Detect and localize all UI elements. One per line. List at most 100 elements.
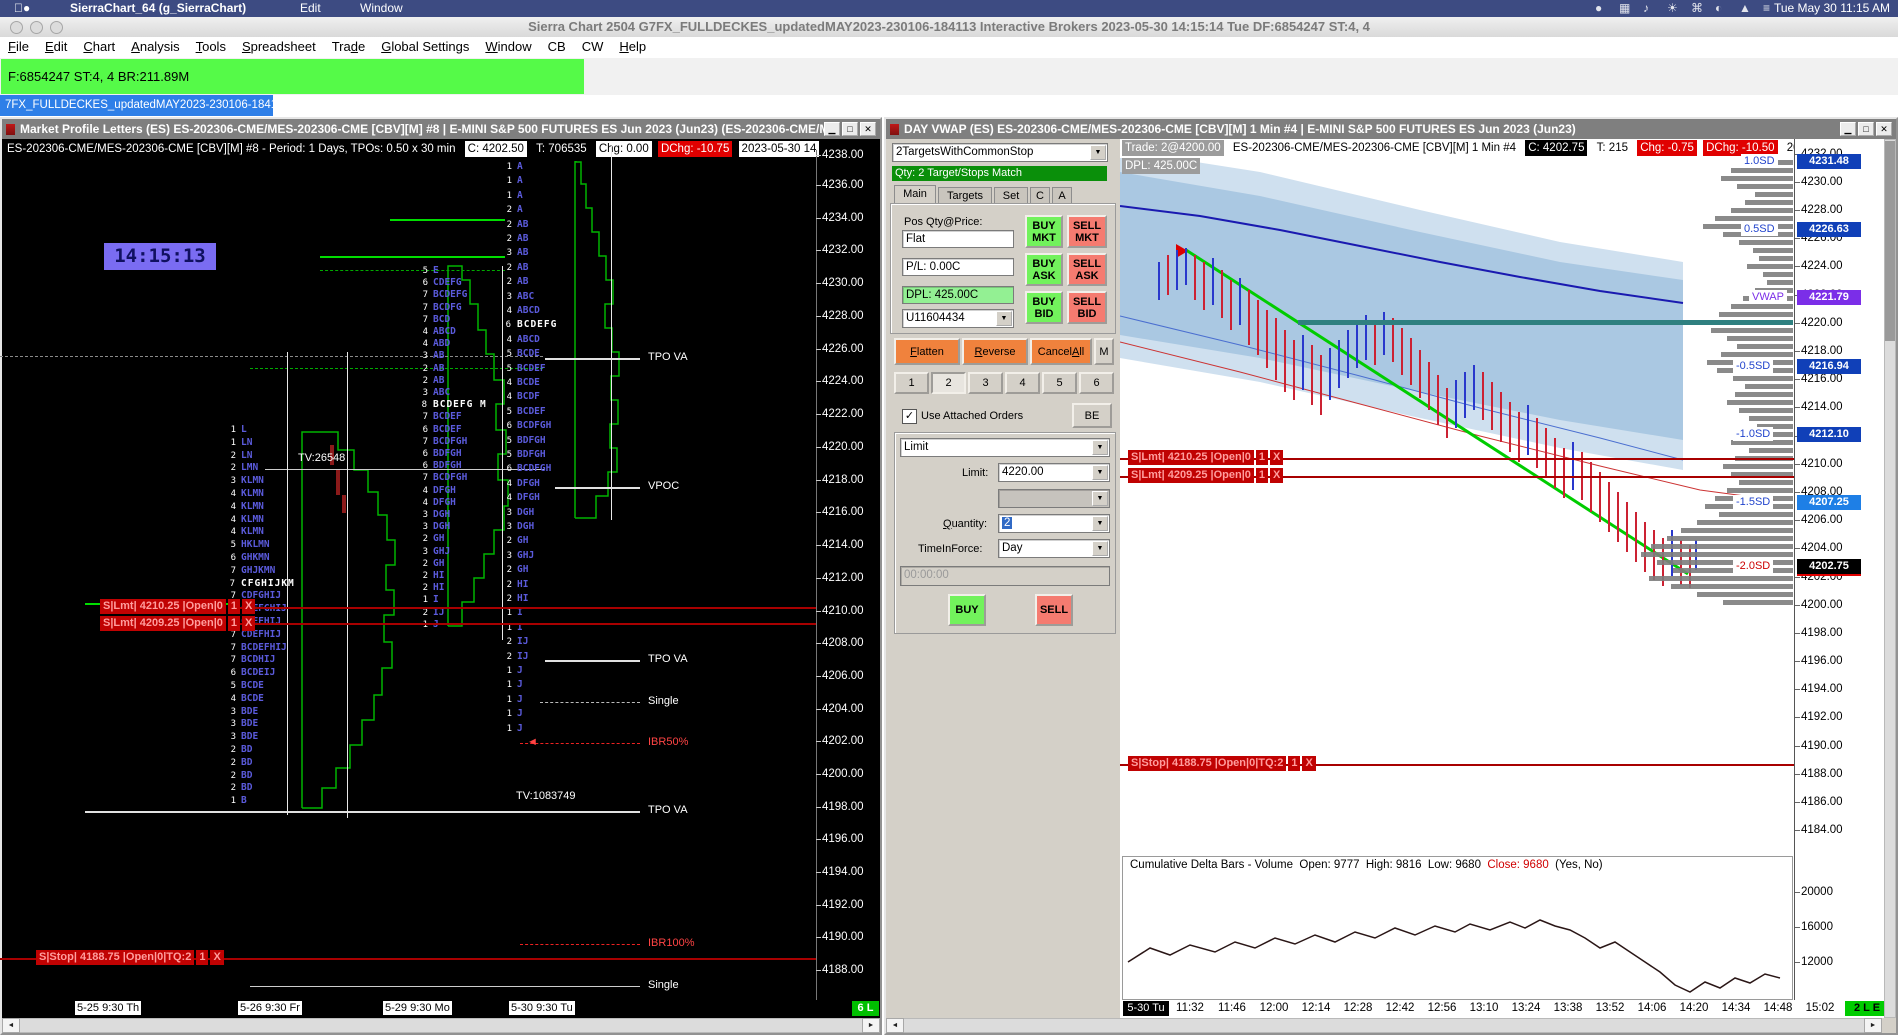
apple-icon[interactable]: ● [14,0,30,17]
tpo-row: 5 BCDE [230,680,264,692]
order-qty-button[interactable]: 1 [1255,450,1269,465]
limit-price-input[interactable]: 4220.00 ▼ [998,463,1110,482]
tab-c[interactable]: C [1030,187,1050,204]
cancel-order-button[interactable]: X [1270,450,1284,465]
buy-mkt-button[interactable]: BUY MKT [1025,215,1063,248]
cancel-order-button[interactable]: X [1270,468,1284,483]
menu-item-tools[interactable]: Tools [188,37,234,57]
chevron-down-icon[interactable]: ▼ [1092,491,1108,506]
scroll-right-button[interactable]: ► [1864,1018,1882,1033]
sell-button[interactable]: SELL [1035,594,1073,626]
mac-menu-item[interactable]: Edit [300,0,321,17]
action-button-cancelall[interactable]: Cancel All [1030,338,1092,365]
menu-item-window[interactable]: Window [477,37,539,57]
scroll-left-button[interactable]: ◄ [2,1018,20,1033]
chevron-down-icon[interactable]: ▼ [1092,516,1108,531]
brightness-icon[interactable]: ☀ [1667,0,1678,17]
pl-field[interactable]: P/L: 0.00C [902,258,1014,276]
chevron-down-icon[interactable]: ▼ [1092,440,1108,455]
maximize-button[interactable]: □ [1858,122,1874,136]
display-icon[interactable]: ▦ [1619,0,1630,17]
order-type-select[interactable]: Limit ▼ [900,438,1110,457]
quantity-preset-4[interactable]: 4 [1005,372,1040,394]
right-price-axis[interactable] [1794,139,1795,1000]
tab-main[interactable]: Main [894,185,936,204]
buy-ask-button[interactable]: BUY ASK [1025,253,1063,286]
scrollbar-thumb[interactable] [1885,141,1895,341]
menu-item-trade[interactable]: Trade [324,37,374,57]
chart-annotation: ◄ [527,736,538,748]
breakeven-button[interactable]: BE [1072,403,1112,428]
quantity-preset-6[interactable]: 6 [1079,372,1114,394]
cancel-order-button[interactable]: X [242,616,256,631]
action-button-m[interactable]: M [1094,338,1114,365]
scroll-left-button[interactable]: ◄ [886,1018,904,1033]
use-attached-orders-checkbox[interactable]: ✓ [902,409,917,424]
tick-mark [816,709,821,710]
menu-item-cw[interactable]: CW [574,37,612,57]
sell-ask-button[interactable]: SELL ASK [1067,253,1107,286]
chevron-down-icon[interactable]: ▼ [996,311,1012,326]
cancel-order-button[interactable]: X [210,950,224,965]
tab-set[interactable]: Set [994,187,1028,204]
tab-a[interactable]: A [1052,187,1072,204]
menu-item-analysis[interactable]: Analysis [123,37,187,57]
moon-icon[interactable]: ◐ [1715,0,1722,17]
mac-menu-item[interactable]: Window [360,0,403,17]
menu-item-chart[interactable]: Chart [75,37,123,57]
tab-targets[interactable]: Targets [938,187,992,204]
action-button-reverse[interactable]: Reverse [962,338,1028,365]
quantity-input[interactable]: 2 ▼ [998,514,1110,533]
quantity-preset-2[interactable]: 2 [931,372,966,394]
chevron-down-icon[interactable]: ▼ [1092,465,1108,480]
mac-clock[interactable]: Tue May 30 11:15 AM [1774,0,1890,17]
day-vwap-titlebar[interactable]: DAY VWAP (ES) ES-202306-CME/MES-202306-C… [886,119,1896,139]
order-qty-button[interactable]: 1 [227,599,241,614]
sell-bid-button[interactable]: SELL BID [1067,291,1107,324]
secondary-price-input[interactable]: ▼ [998,489,1110,508]
cancel-order-button[interactable]: X [1302,756,1316,771]
right-horizontal-scrollbar[interactable] [886,1018,1882,1033]
music-icon[interactable]: ♪ [1643,0,1649,17]
command-icon[interactable]: ⌘ [1691,0,1703,17]
minimize-button[interactable]: ▁ [824,122,840,136]
menu-item-edit[interactable]: Edit [37,37,75,57]
tif-select[interactable]: Day ▼ [998,539,1110,558]
sell-mkt-button[interactable]: SELL MKT [1067,215,1107,248]
menu-item-spreadsheet[interactable]: Spreadsheet [234,37,324,57]
menu-item-global-settings[interactable]: Global Settings [373,37,477,57]
chevron-down-icon[interactable]: ▼ [1090,145,1106,160]
candlestick [1635,512,1637,562]
market-profile-titlebar[interactable]: Market Profile Letters (ES) ES-202306-CM… [2,119,880,139]
menu-item-help[interactable]: Help [611,37,654,57]
chartbook-tab[interactable]: 7FX_FULLDECKES_updatedMAY2023-230106-184… [0,95,273,116]
close-button[interactable]: ✕ [1876,122,1892,136]
menu-item-file[interactable]: File [0,37,37,57]
left-horizontal-scrollbar[interactable] [2,1018,880,1033]
chevron-down-icon[interactable]: ▼ [1092,541,1108,556]
keyboard-icon[interactable]: ● [1595,0,1602,17]
buy-bid-button[interactable]: BUY BID [1025,291,1063,324]
order-qty-button[interactable]: 1 [1288,756,1301,771]
account-select[interactable]: U11604434 ▼ [902,309,1014,328]
cancel-order-button[interactable]: X [242,599,256,614]
order-qty-button[interactable]: 1 [227,616,241,631]
action-button-flatten[interactable]: Flatten [894,338,960,365]
menu-item-cb[interactable]: CB [540,37,574,57]
minimize-button[interactable]: ▁ [1840,122,1856,136]
order-qty-button[interactable]: 1 [1255,468,1269,483]
order-qty-button[interactable]: 1 [196,950,209,965]
scroll-right-button[interactable]: ► [862,1018,880,1033]
battery-icon[interactable]: ▲ [1739,0,1751,17]
strategy-select[interactable]: 2TargetsWithCommonStop ▼ [892,143,1108,162]
maximize-button[interactable]: □ [842,122,858,136]
buy-button[interactable]: BUY [948,594,986,626]
quantity-preset-5[interactable]: 5 [1042,372,1077,394]
time-axis-label: 13:38 [1553,1002,1583,1014]
mac-app-name[interactable]: SierraChart_64 (g_SierraChart) [70,0,246,17]
quantity-preset-3[interactable]: 3 [968,372,1003,394]
menu-icon[interactable]: ≡ [1763,0,1770,17]
position-field[interactable]: Flat [902,230,1014,248]
close-button[interactable]: ✕ [860,122,876,136]
quantity-preset-1[interactable]: 1 [894,372,929,394]
